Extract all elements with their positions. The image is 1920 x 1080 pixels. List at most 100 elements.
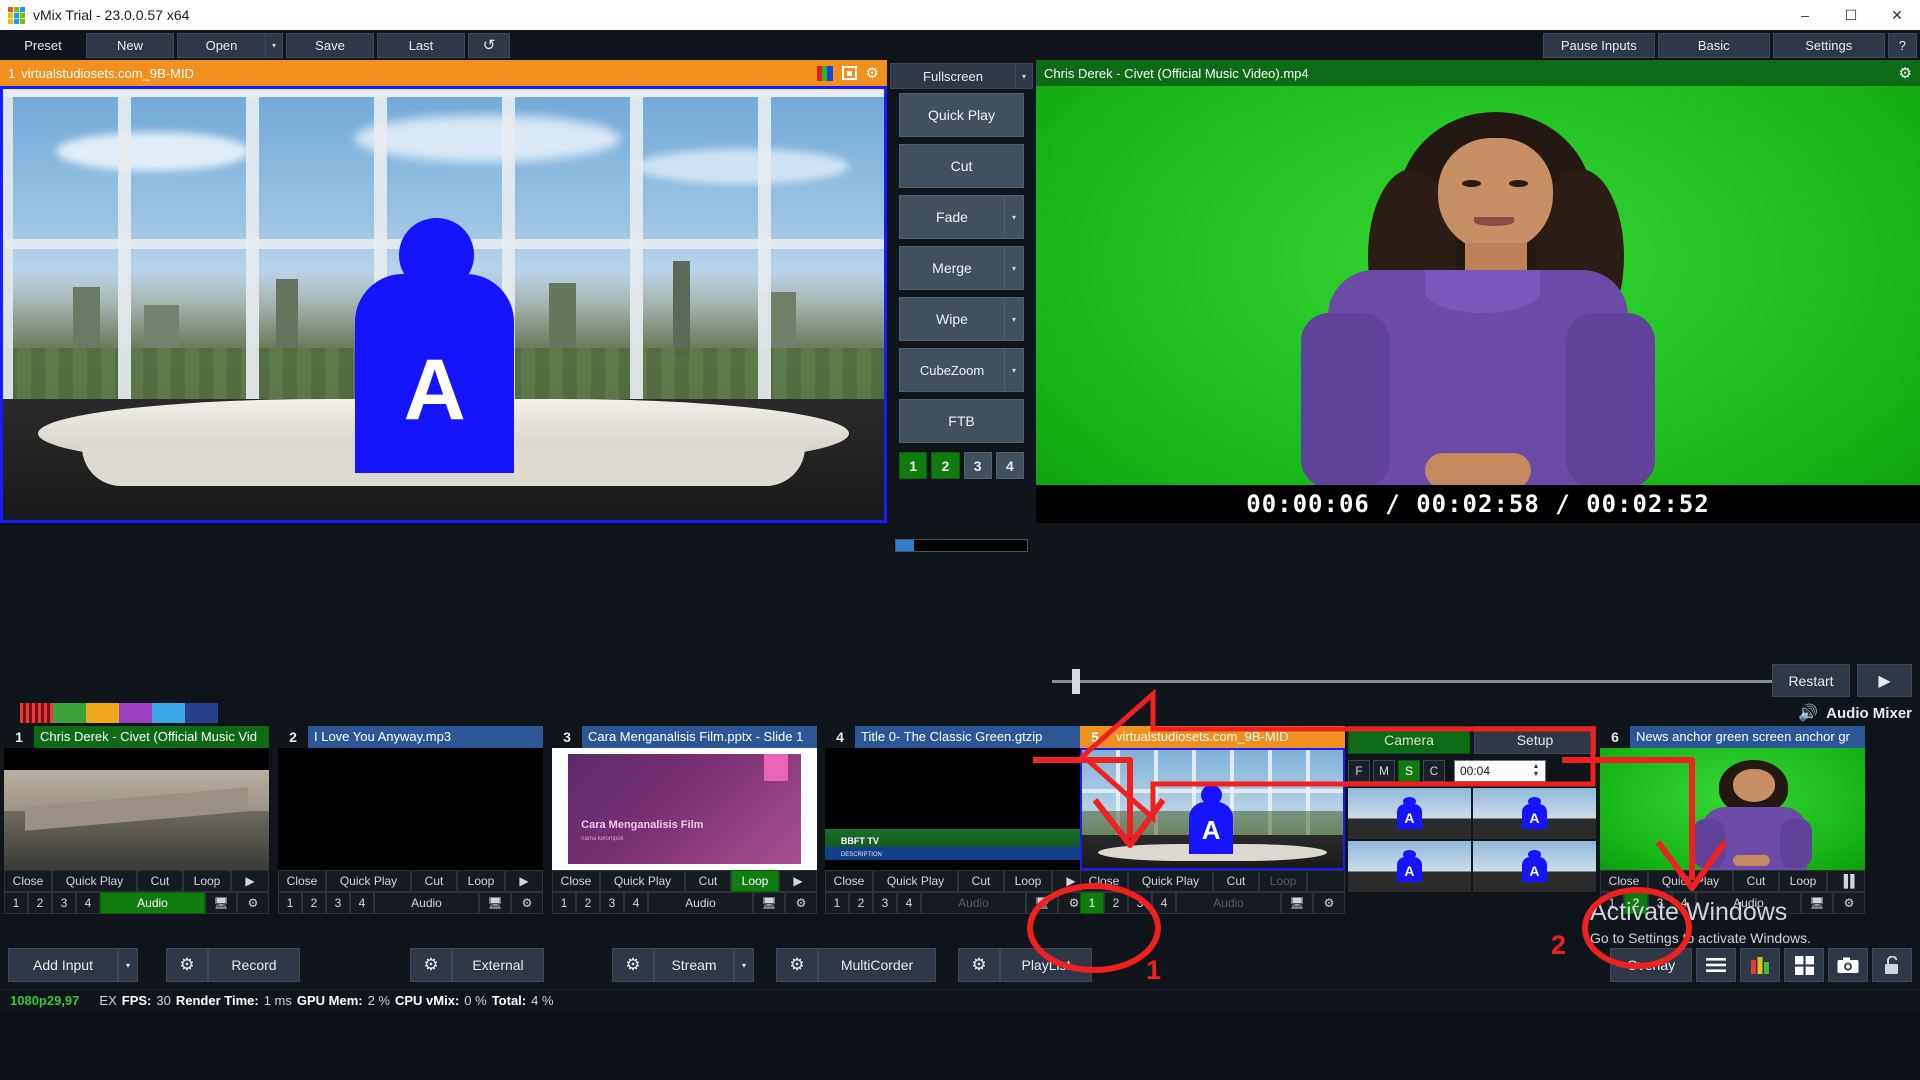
fmsc-m[interactable]: M bbox=[1373, 760, 1395, 782]
input-5-slot-1[interactable]: 1 bbox=[1080, 892, 1104, 914]
input-2-thumbnail[interactable] bbox=[278, 748, 543, 870]
input-5-name[interactable]: virtualstudiosets.com_9B-MID bbox=[1110, 726, 1345, 748]
external-button[interactable]: External bbox=[452, 948, 544, 982]
settings-button[interactable]: Settings bbox=[1772, 32, 1885, 58]
multiview-cell-3[interactable]: A bbox=[1348, 841, 1471, 892]
input-5-audio[interactable]: Audio bbox=[1176, 892, 1281, 914]
stream-dropdown-arrow-icon[interactable]: ▾ bbox=[734, 948, 754, 982]
transition-cut[interactable]: Cut bbox=[899, 144, 1024, 188]
spinner-arrows-icon[interactable]: ▲ ▼ bbox=[1529, 762, 1543, 780]
input-4-name[interactable]: Title 0- The Classic Green.gtzip bbox=[855, 726, 1090, 748]
camera-icon[interactable] bbox=[1828, 948, 1868, 982]
playlist-button[interactable]: PlayList bbox=[1000, 948, 1092, 982]
input-5-slot-2[interactable]: 2 bbox=[1104, 892, 1128, 914]
input-3-quickplay[interactable]: Quick Play bbox=[600, 870, 685, 892]
transition-wipe[interactable]: Wipe ▾ bbox=[899, 297, 1024, 341]
transition-quick-play[interactable]: Quick Play bbox=[899, 93, 1024, 137]
input-3-audio[interactable]: Audio bbox=[648, 892, 753, 914]
open-dropdown-arrow-icon[interactable]: ▾ bbox=[265, 32, 283, 58]
input-6-pause-icon[interactable]: ▐▐ bbox=[1827, 870, 1865, 892]
play-button[interactable]: ▶ bbox=[1857, 664, 1912, 697]
close-button[interactable]: ✕ bbox=[1874, 0, 1920, 30]
input-1-slot-2[interactable]: 2 bbox=[28, 892, 52, 914]
input-1-thumbnail[interactable] bbox=[4, 748, 269, 870]
swatch-red-stripes[interactable] bbox=[20, 703, 53, 723]
basic-button[interactable]: Basic bbox=[1657, 32, 1770, 58]
help-button[interactable]: ? bbox=[1887, 32, 1917, 58]
input-6-cut[interactable]: Cut bbox=[1733, 870, 1779, 892]
input-1-slot-4[interactable]: 4 bbox=[76, 892, 100, 914]
fmsc-c[interactable]: C bbox=[1423, 760, 1445, 782]
input-1-audio[interactable]: Audio bbox=[100, 892, 205, 914]
input-2-close[interactable]: Close bbox=[278, 870, 326, 892]
input-5-slot-4[interactable]: 4 bbox=[1152, 892, 1176, 914]
input-2-loop[interactable]: Loop bbox=[457, 870, 505, 892]
monitor-icon[interactable]: 🖥 bbox=[1026, 892, 1058, 914]
input-2-play-icon[interactable]: ▶ bbox=[505, 870, 543, 892]
transition-merge[interactable]: Merge ▾ bbox=[899, 246, 1024, 290]
preview-video[interactable]: A bbox=[0, 86, 887, 523]
swatch-orange[interactable] bbox=[86, 703, 119, 723]
swatch-purple[interactable] bbox=[119, 703, 152, 723]
add-input-dropdown-arrow-icon[interactable]: ▾ bbox=[118, 948, 138, 982]
swatch-blue[interactable] bbox=[152, 703, 185, 723]
save-button[interactable]: Save bbox=[286, 32, 374, 58]
input-5-quickplay[interactable]: Quick Play bbox=[1128, 870, 1213, 892]
transition-slot-4[interactable]: 4 bbox=[995, 452, 1024, 479]
swatch-green[interactable] bbox=[53, 703, 86, 723]
input-2-name[interactable]: I Love You Anyway.mp3 bbox=[308, 726, 543, 748]
tab-setup[interactable]: Setup bbox=[1474, 726, 1596, 754]
transition-slot-2[interactable]: 2 bbox=[931, 452, 960, 479]
swatch-darkblue[interactable] bbox=[185, 703, 218, 723]
input-5-loop[interactable]: Loop bbox=[1259, 870, 1307, 892]
input-4-cut[interactable]: Cut bbox=[958, 870, 1004, 892]
minimize-button[interactable]: – bbox=[1782, 0, 1828, 30]
open-button[interactable]: Open bbox=[177, 32, 265, 58]
gear-icon[interactable]: ⚙ bbox=[237, 892, 269, 914]
input-1-slot-1[interactable]: 1 bbox=[4, 892, 28, 914]
input-3-name[interactable]: Cara Menganalisis Film.pptx - Slide 1 bbox=[582, 726, 817, 748]
refresh-icon[interactable]: ↺ bbox=[468, 32, 510, 58]
input-6-close[interactable]: Close bbox=[1600, 870, 1648, 892]
input-2-slot-1[interactable]: 1 bbox=[278, 892, 302, 914]
input-5-close[interactable]: Close bbox=[1080, 870, 1128, 892]
input-6-loop[interactable]: Loop bbox=[1779, 870, 1827, 892]
transition-cubezoom[interactable]: CubeZoom ▾ bbox=[899, 348, 1024, 392]
lock-icon[interactable] bbox=[1872, 948, 1912, 982]
multicorder-settings-gear-icon[interactable]: ⚙ bbox=[776, 948, 818, 982]
program-video[interactable]: 00:00:06 / 00:02:58 / 00:02:52 bbox=[1036, 86, 1920, 523]
audio-mixer-button[interactable]: 🔊 Audio Mixer bbox=[1798, 700, 1912, 726]
input-2-cut[interactable]: Cut bbox=[411, 870, 457, 892]
input-4-slot-1[interactable]: 1 bbox=[825, 892, 849, 914]
multiview-cell-4[interactable]: A bbox=[1473, 841, 1596, 892]
input-2-quickplay[interactable]: Quick Play bbox=[326, 870, 411, 892]
input-2-audio[interactable]: Audio bbox=[374, 892, 479, 914]
multiview-cell-2[interactable]: A bbox=[1473, 788, 1596, 839]
cubezoom-dropdown-arrow-icon[interactable]: ▾ bbox=[1005, 348, 1024, 392]
pause-inputs-button[interactable]: Pause Inputs bbox=[1542, 32, 1655, 58]
input-1-close[interactable]: Close bbox=[4, 870, 52, 892]
input-2-slot-2[interactable]: 2 bbox=[302, 892, 326, 914]
stream-settings-gear-icon[interactable]: ⚙ bbox=[612, 948, 654, 982]
playlist-settings-gear-icon[interactable]: ⚙ bbox=[958, 948, 1000, 982]
program-scrub-handle[interactable] bbox=[1072, 669, 1080, 694]
input-3-loop[interactable]: Loop bbox=[731, 870, 779, 892]
input-1-play-icon[interactable]: ▶ bbox=[231, 870, 269, 892]
input-4-slot-3[interactable]: 3 bbox=[873, 892, 897, 914]
last-button[interactable]: Last bbox=[377, 32, 465, 58]
audio-bars-icon[interactable] bbox=[1740, 948, 1780, 982]
input-3-slot-4[interactable]: 4 bbox=[624, 892, 648, 914]
input-4-slot-2[interactable]: 2 bbox=[849, 892, 873, 914]
gear-icon[interactable]: ⚙ bbox=[1313, 892, 1345, 914]
input-1-cut[interactable]: Cut bbox=[137, 870, 183, 892]
t-bar-slider[interactable] bbox=[895, 539, 1028, 552]
monitor-icon[interactable]: 🖥 bbox=[479, 892, 511, 914]
stream-button[interactable]: Stream bbox=[654, 948, 734, 982]
input-6-name[interactable]: News anchor green screen anchor gr bbox=[1630, 726, 1865, 748]
multiview-cell-1[interactable]: A bbox=[1348, 788, 1471, 839]
merge-dropdown-arrow-icon[interactable]: ▾ bbox=[1005, 246, 1024, 290]
gear-icon[interactable]: ⚙ bbox=[511, 892, 543, 914]
input-1-quickplay[interactable]: Quick Play bbox=[52, 870, 137, 892]
monitor-icon[interactable]: 🖥 bbox=[205, 892, 237, 914]
input-2-slot-3[interactable]: 3 bbox=[326, 892, 350, 914]
